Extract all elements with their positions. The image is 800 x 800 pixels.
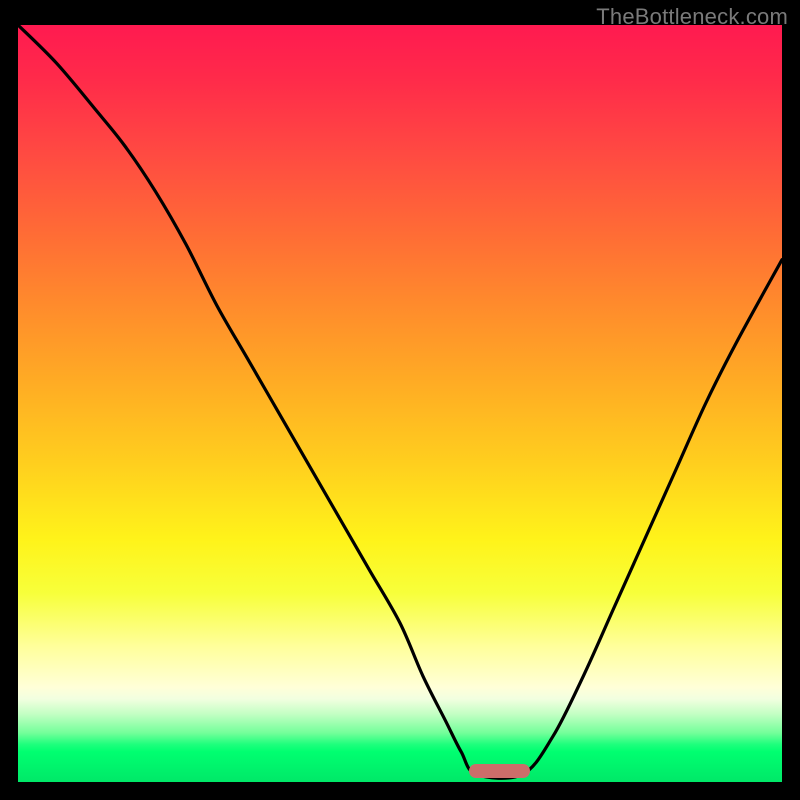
chart-frame: TheBottleneck.com — [0, 0, 800, 800]
plot-area — [18, 25, 782, 782]
optimal-marker — [469, 764, 530, 778]
bottleneck-curve — [18, 25, 782, 782]
